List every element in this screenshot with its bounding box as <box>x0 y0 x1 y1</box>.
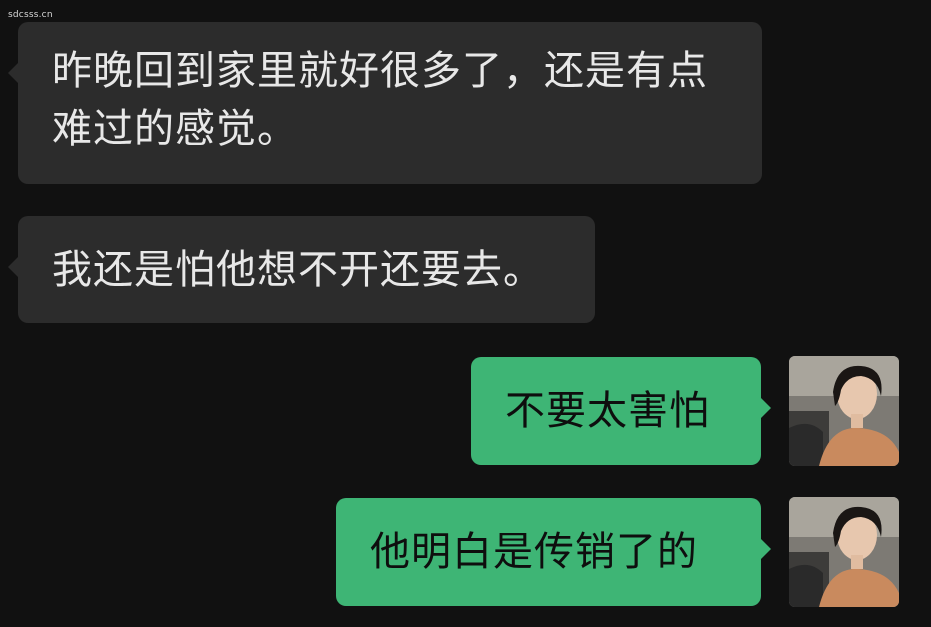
message-bubble-outgoing[interactable]: 不要太害怕 <box>471 357 771 465</box>
chat-window: sdcsss.cn 昨晚回到家里就好很多了，还是有点难过的感觉。 我还是怕他想不… <box>0 0 931 627</box>
message-bubble-outgoing[interactable]: 他明白是传销了的 <box>336 498 771 606</box>
avatar-photo <box>789 497 899 607</box>
message-bubble-incoming[interactable]: 我还是怕他想不开还要去。 <box>8 216 595 323</box>
message-text: 不要太害怕 <box>505 388 710 434</box>
watermark: sdcsss.cn <box>8 10 53 20</box>
message-bubble-incoming[interactable]: 昨晚回到家里就好很多了，还是有点难过的感觉。 <box>8 22 762 184</box>
user-avatar[interactable] <box>789 356 899 466</box>
message-text: 他明白是传销了的 <box>370 529 698 575</box>
message-text: 昨晚回到家里就好很多了，还是有点难过的感觉。 <box>52 48 708 152</box>
avatar-photo <box>789 356 899 466</box>
user-avatar[interactable] <box>789 497 899 607</box>
message-text: 我还是怕他想不开还要去。 <box>52 247 544 293</box>
